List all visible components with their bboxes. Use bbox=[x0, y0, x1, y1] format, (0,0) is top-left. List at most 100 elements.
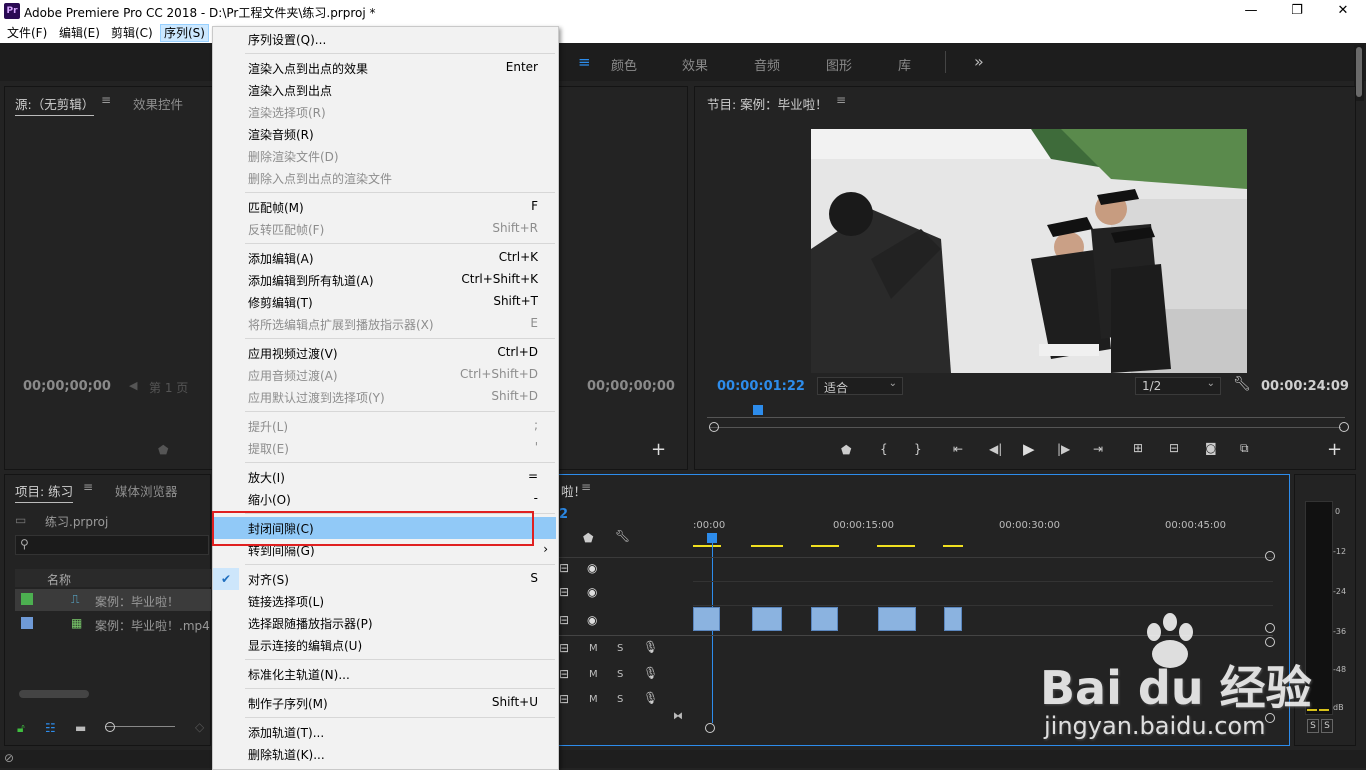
workspace-graphics[interactable]: 图形 bbox=[826, 55, 852, 74]
list-view-icon[interactable]: ☷ bbox=[45, 721, 56, 735]
source-timecode[interactable]: 00;00;00;00 bbox=[23, 379, 111, 394]
tab-media-browser[interactable]: 媒体浏览器 bbox=[115, 481, 178, 500]
solo-button[interactable]: S bbox=[617, 694, 623, 705]
project-list-item[interactable]: ▦ 案例：毕业啦！.mp4 bbox=[15, 613, 211, 635]
menu-item[interactable]: 应用视频过渡(V) Ctrl+D bbox=[213, 342, 556, 364]
minimize-button[interactable]: — bbox=[1228, 0, 1274, 22]
menu-item[interactable]: 添加轨道(T)... bbox=[213, 721, 556, 743]
project-search-input[interactable]: ⚲ bbox=[15, 535, 209, 555]
menu-item[interactable]: 选择跟随播放指示器(P) bbox=[213, 612, 556, 634]
timeline-playhead[interactable] bbox=[707, 533, 717, 543]
menu-item[interactable]: 制作子序列(M) Shift+U bbox=[213, 692, 556, 714]
fit-select[interactable]: 适合 ⌄ bbox=[817, 377, 903, 395]
wrench-icon[interactable]: 🔧︎ bbox=[1233, 376, 1251, 392]
zoom-handle-left[interactable] bbox=[709, 422, 719, 432]
zoom-slider[interactable] bbox=[105, 726, 175, 727]
timeline-clip[interactable] bbox=[693, 607, 720, 631]
tab-effect-controls[interactable]: 效果控件 bbox=[133, 94, 183, 113]
menu-item[interactable]: 渲染入点到出点的效果 Enter bbox=[213, 57, 556, 79]
menu-item[interactable]: 放大(I) = bbox=[213, 466, 556, 488]
microphone-icon[interactable]: 🎙︎ bbox=[643, 691, 658, 705]
solo-button[interactable]: S bbox=[617, 669, 623, 680]
program-menu-icon[interactable]: ≡ bbox=[836, 93, 846, 107]
program-zoom-bar[interactable] bbox=[709, 427, 1341, 428]
go-to-out-icon[interactable]: ⇥ bbox=[1093, 442, 1103, 456]
button-editor-icon[interactable]: + bbox=[651, 439, 666, 460]
program-button-editor-icon[interactable]: + bbox=[1327, 439, 1342, 460]
horizontal-scroll-handle[interactable] bbox=[705, 723, 715, 733]
step-forward-icon[interactable]: |▶︎ bbox=[1057, 442, 1070, 456]
add-marker-icon[interactable]: ⬟ bbox=[841, 443, 851, 457]
export-frame-icon[interactable]: ◙ bbox=[1205, 441, 1217, 455]
marker-icon[interactable]: ⬟ bbox=[158, 443, 168, 457]
workspace-effects[interactable]: 效果 bbox=[682, 55, 708, 74]
track-output-icon[interactable]: ⊟ bbox=[559, 692, 569, 706]
lock-icon[interactable]: 🔓︎ bbox=[17, 721, 25, 736]
timeline-timecode[interactable]: 2 bbox=[559, 507, 568, 522]
eye-icon[interactable]: ◉ bbox=[587, 613, 597, 627]
workspace-color[interactable]: 颜色 bbox=[611, 55, 637, 74]
menu-sequence[interactable]: 序列(S) bbox=[160, 24, 209, 42]
source-page-label[interactable]: 第 1 页 bbox=[149, 379, 188, 396]
mute-button[interactable]: M bbox=[589, 669, 598, 680]
timeline-clip[interactable] bbox=[878, 607, 916, 631]
solo-button[interactable]: S bbox=[617, 643, 623, 654]
microphone-icon[interactable]: 🎙︎ bbox=[643, 640, 658, 654]
menu-item[interactable]: 添加编辑(A) Ctrl+K bbox=[213, 247, 556, 269]
menu-item[interactable]: 渲染入点到出点 bbox=[213, 79, 556, 101]
menu-item[interactable]: ✔ 对齐(S) S bbox=[213, 568, 556, 590]
menu-item[interactable]: 序列设置(Q)... bbox=[213, 28, 556, 50]
solo-right-button[interactable]: S bbox=[1321, 719, 1333, 733]
resolution-select[interactable]: 1/2 ⌄ bbox=[1135, 377, 1221, 395]
program-scrub-ruler[interactable] bbox=[707, 409, 1345, 418]
vertical-scroll-handle[interactable] bbox=[1265, 551, 1275, 561]
project-list-item[interactable]: ⎍ 案例：毕业啦！ bbox=[15, 589, 211, 611]
menu-clip[interactable]: 剪辑(C) bbox=[108, 25, 156, 41]
prev-page-icon[interactable]: ◀ bbox=[129, 379, 137, 392]
go-to-in-icon[interactable]: ⇤ bbox=[953, 442, 963, 456]
timeline-clip[interactable] bbox=[944, 607, 962, 631]
timeline-menu-icon[interactable]: ≡ bbox=[581, 480, 591, 494]
tab-source[interactable]: 源:（无剪辑） bbox=[15, 94, 95, 116]
track-output-icon[interactable]: ⊟ bbox=[559, 641, 569, 655]
track-output-icon[interactable]: ⊟ bbox=[559, 613, 569, 627]
workspace-menu-icon[interactable]: ≡ bbox=[578, 53, 591, 71]
extract-icon[interactable]: ⊟ bbox=[1169, 441, 1179, 455]
menu-item[interactable]: 缩小(O) - bbox=[213, 488, 556, 510]
menu-item[interactable]: 删除轨道(K)... bbox=[213, 743, 556, 765]
workspace-more-button[interactable]: » bbox=[974, 52, 984, 71]
workspace-audio[interactable]: 音频 bbox=[754, 55, 780, 74]
lift-icon[interactable]: ⊞ bbox=[1133, 441, 1143, 455]
menu-item[interactable]: 修剪编辑(T) Shift+T bbox=[213, 291, 556, 313]
zoom-handle-right[interactable] bbox=[1339, 422, 1349, 432]
program-current-timecode[interactable]: 00:00:01:22 bbox=[717, 379, 805, 394]
mark-in-icon[interactable]: { bbox=[880, 442, 888, 456]
menu-item[interactable]: 标准化主轨道(N)... bbox=[213, 663, 556, 685]
play-icon[interactable]: ▶︎ bbox=[1023, 440, 1035, 458]
maximize-button[interactable]: ❐ bbox=[1274, 0, 1320, 22]
menu-item[interactable]: 显示连接的编辑点(U) bbox=[213, 634, 556, 656]
timeline-settings-icon[interactable]: 🔧︎ bbox=[615, 529, 630, 543]
workspace-libraries[interactable]: 库 bbox=[898, 55, 911, 74]
eye-icon[interactable]: ◉ bbox=[587, 561, 597, 575]
add-marker-icon[interactable]: ⬟ bbox=[583, 531, 593, 545]
sort-icon[interactable]: ◇ bbox=[195, 720, 204, 734]
playhead[interactable] bbox=[753, 405, 763, 415]
zoom-slider-handle[interactable] bbox=[105, 722, 115, 732]
tab-project[interactable]: 项目: 练习 bbox=[15, 481, 74, 503]
time-ruler[interactable]: :00:00 00:00:15:00 00:00:30:00 00:00:45:… bbox=[693, 476, 1285, 551]
mark-out-icon[interactable]: } bbox=[914, 442, 922, 456]
menu-file[interactable]: 文件(F) bbox=[4, 25, 50, 41]
mute-button[interactable]: M bbox=[589, 643, 598, 654]
menu-edit[interactable]: 编辑(E) bbox=[56, 25, 103, 41]
solo-left-button[interactable]: S bbox=[1307, 719, 1319, 733]
source-menu-icon[interactable]: ≡ bbox=[101, 93, 111, 107]
mute-button[interactable]: M bbox=[589, 694, 598, 705]
project-menu-icon[interactable]: ≡ bbox=[83, 480, 93, 494]
comparison-view-icon[interactable]: ⧉ bbox=[1240, 441, 1249, 456]
timeline-clip[interactable] bbox=[811, 607, 838, 631]
menu-item[interactable]: 链接选择项(L) bbox=[213, 590, 556, 612]
eye-icon[interactable]: ◉ bbox=[587, 585, 597, 599]
icon-view-icon[interactable]: ▬ bbox=[75, 721, 86, 735]
close-button[interactable]: ✕ bbox=[1320, 0, 1366, 22]
